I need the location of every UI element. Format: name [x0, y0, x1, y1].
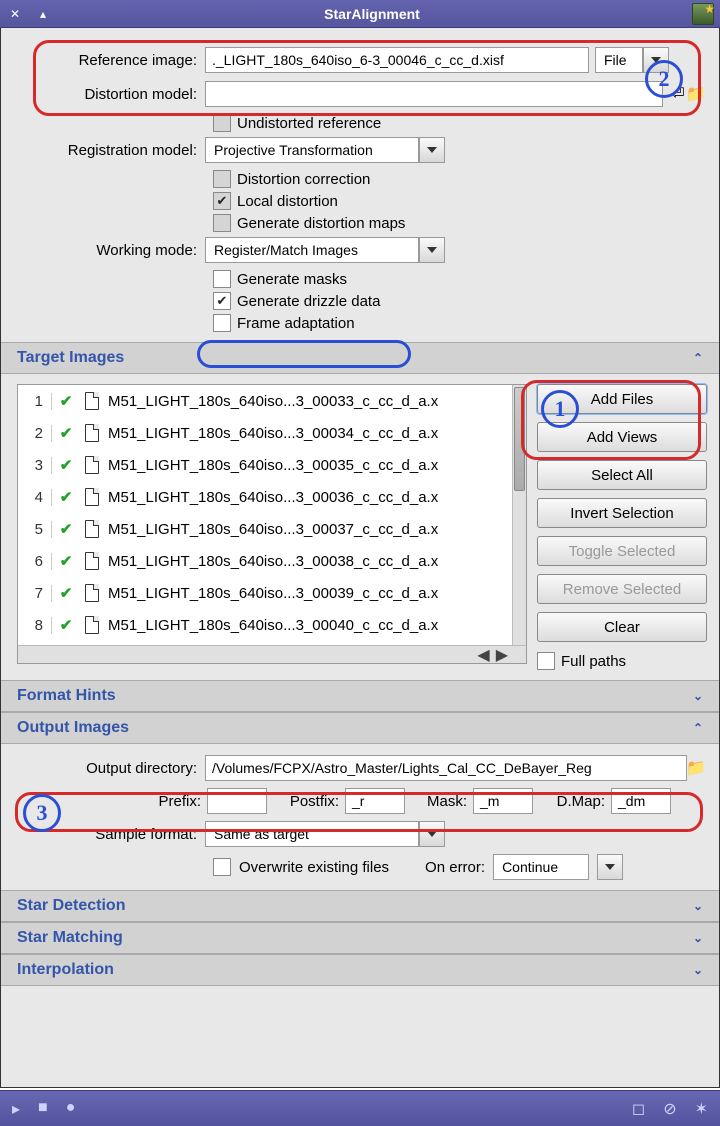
- document-icon: [85, 520, 99, 538]
- table-row[interactable]: 5✔M51_LIGHT_180s_640iso...3_00037_c_cc_d…: [18, 513, 526, 545]
- output-dir-label: Output directory:: [15, 760, 205, 777]
- output-dir-input[interactable]: /Volumes/FCPX/Astro_Master/Lights_Cal_CC…: [205, 755, 687, 781]
- working-mode-label: Working mode:: [15, 242, 205, 259]
- document-icon: [85, 456, 99, 474]
- add-views-button[interactable]: Add Views: [537, 422, 707, 452]
- scrollbar-h[interactable]: ◀▶: [18, 645, 526, 663]
- undistorted-checkbox: [213, 114, 231, 132]
- prefix-input[interactable]: [207, 788, 267, 814]
- reference-source-select[interactable]: File: [595, 47, 643, 73]
- add-files-button[interactable]: Add Files: [537, 384, 707, 414]
- postfix-input[interactable]: _r: [345, 788, 405, 814]
- main-panel: 2 Reference image: ._LIGHT_180s_640iso_6…: [0, 28, 720, 1088]
- enter-icon[interactable]: ⏎: [669, 85, 687, 103]
- apply-icon[interactable]: [692, 3, 714, 25]
- mask-input[interactable]: _m: [473, 788, 533, 814]
- sample-format-dropdown[interactable]: [419, 821, 445, 847]
- table-row[interactable]: 3✔M51_LIGHT_180s_640iso...3_00035_c_cc_d…: [18, 449, 526, 481]
- frame-adapt-checkbox[interactable]: [213, 314, 231, 332]
- titlebar: ✕ ▴ StarAlignment: [0, 0, 720, 28]
- expand-icon: ⌄: [693, 689, 703, 703]
- scrollbar-v[interactable]: [512, 385, 526, 645]
- overwrite-checkbox[interactable]: [213, 858, 231, 876]
- folder-icon[interactable]: 📁: [687, 85, 705, 103]
- working-mode-dropdown[interactable]: [419, 237, 445, 263]
- file-list: 1✔M51_LIGHT_180s_640iso...3_00033_c_cc_d…: [17, 384, 527, 664]
- stop-icon[interactable]: ■: [38, 1099, 48, 1119]
- form-area: Reference image: ._LIGHT_180s_640iso_6-3…: [1, 28, 719, 342]
- distortion-label: Distortion model:: [15, 86, 205, 103]
- distortion-corr-checkbox[interactable]: [213, 170, 231, 188]
- table-row[interactable]: 1✔M51_LIGHT_180s_640iso...3_00033_c_cc_d…: [18, 385, 526, 417]
- section-output-images[interactable]: Output Images ⌃: [1, 712, 719, 744]
- local-distortion-checkbox: [213, 192, 231, 210]
- undistorted-label: Undistorted reference: [237, 115, 381, 132]
- table-row[interactable]: 4✔M51_LIGHT_180s_640iso...3_00036_c_cc_d…: [18, 481, 526, 513]
- gen-masks-checkbox[interactable]: [213, 270, 231, 288]
- section-star-matching[interactable]: Star Matching⌄: [1, 922, 719, 954]
- remove-selected-button: Remove Selected: [537, 574, 707, 604]
- reg-model-select[interactable]: Projective Transformation: [205, 137, 419, 163]
- section-format-hints[interactable]: Format Hints ⌄: [1, 680, 719, 712]
- onerror-select[interactable]: Continue: [493, 854, 589, 880]
- working-mode-select[interactable]: Register/Match Images: [205, 237, 419, 263]
- table-row[interactable]: 8✔M51_LIGHT_180s_640iso...3_00040_c_cc_d…: [18, 609, 526, 641]
- record-icon[interactable]: ●: [66, 1099, 76, 1119]
- toggle-selected-button: Toggle Selected: [537, 536, 707, 566]
- reg-model-dropdown[interactable]: [419, 137, 445, 163]
- gen-drizzle-checkbox[interactable]: [213, 292, 231, 310]
- reset-icon[interactable]: ⊘: [663, 1099, 676, 1119]
- close-icon[interactable]: ✕: [6, 5, 24, 23]
- section-target-images[interactable]: Target Images ⌃: [1, 342, 719, 374]
- collapse-icon: ⌃: [693, 351, 703, 365]
- document-icon: [85, 552, 99, 570]
- clear-button[interactable]: Clear: [537, 612, 707, 642]
- table-row[interactable]: 6✔M51_LIGHT_180s_640iso...3_00038_c_cc_d…: [18, 545, 526, 577]
- document-icon: [85, 488, 99, 506]
- select-all-button[interactable]: Select All: [537, 460, 707, 490]
- full-paths-checkbox[interactable]: [537, 652, 555, 670]
- table-row[interactable]: 2✔M51_LIGHT_180s_640iso...3_00034_c_cc_d…: [18, 417, 526, 449]
- sample-format-label: Sample format:: [15, 826, 205, 843]
- footer-bar: ▸ ■ ● ◻ ⊘ ✶: [0, 1090, 720, 1126]
- dmap-input[interactable]: _dm: [611, 788, 671, 814]
- minimize-icon[interactable]: ▴: [34, 5, 52, 23]
- window-title: StarAlignment: [52, 6, 692, 22]
- section-star-detection[interactable]: Star Detection⌄: [1, 890, 719, 922]
- invert-selection-button[interactable]: Invert Selection: [537, 498, 707, 528]
- reference-label: Reference image:: [15, 52, 205, 69]
- reference-source-dropdown[interactable]: [643, 47, 669, 73]
- document-icon: [85, 392, 99, 410]
- collapse-icon: ⌃: [693, 721, 703, 735]
- document-icon: [85, 424, 99, 442]
- window-icon[interactable]: ◻: [632, 1099, 645, 1119]
- sample-format-select[interactable]: Same as target: [205, 821, 419, 847]
- distortion-model-input[interactable]: [205, 81, 663, 107]
- apply-run-icon[interactable]: ▸: [12, 1099, 20, 1119]
- document-icon: [85, 584, 99, 602]
- gen-maps-checkbox: [213, 214, 231, 232]
- table-row[interactable]: 7✔M51_LIGHT_180s_640iso...3_00039_c_cc_d…: [18, 577, 526, 609]
- onerror-dropdown[interactable]: [597, 854, 623, 880]
- reference-image-input[interactable]: ._LIGHT_180s_640iso_6-3_00046_c_cc_d.xis…: [205, 47, 589, 73]
- folder-browse-icon[interactable]: 📁: [687, 759, 705, 777]
- reg-model-label: Registration model:: [15, 142, 205, 159]
- cross-icon[interactable]: ✶: [695, 1099, 708, 1119]
- document-icon: [85, 616, 99, 634]
- section-interpolation[interactable]: Interpolation⌄: [1, 954, 719, 986]
